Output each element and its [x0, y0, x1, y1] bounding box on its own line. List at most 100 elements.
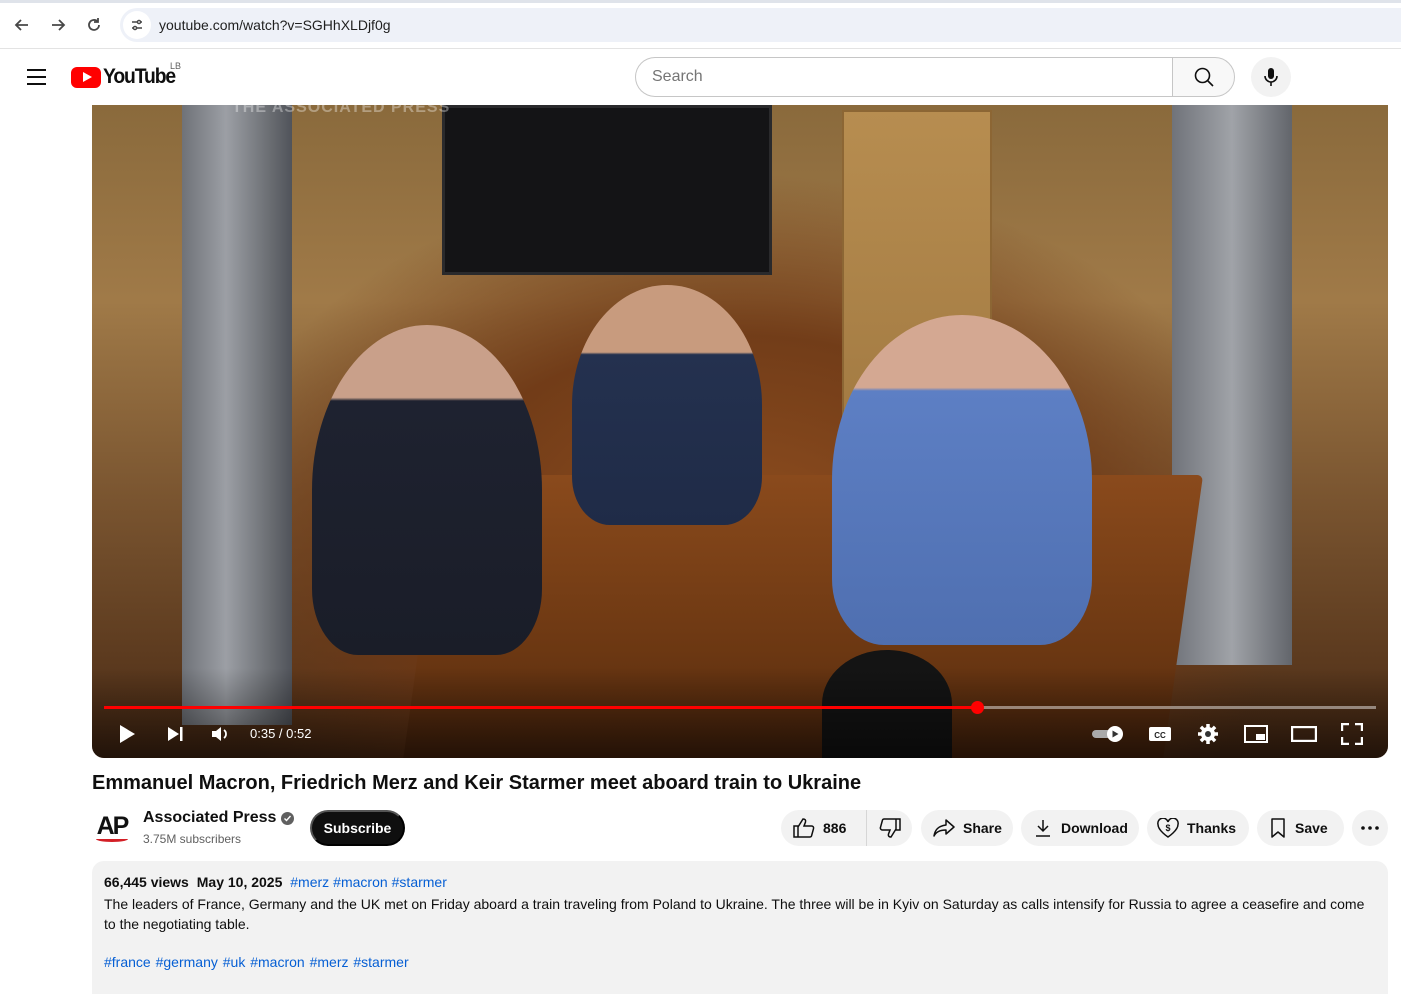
search-input[interactable] — [635, 57, 1172, 97]
autoplay-toggle-icon — [1092, 726, 1123, 742]
progress-played — [104, 706, 977, 709]
svg-text:CC: CC — [1154, 731, 1166, 740]
hashtag-link[interactable]: #merz — [290, 874, 329, 890]
like-button[interactable]: 886 — [781, 810, 867, 846]
download-icon — [1036, 820, 1050, 837]
autoplay-toggle[interactable] — [1090, 719, 1128, 749]
voice-search-button[interactable] — [1251, 57, 1291, 97]
forward-button[interactable] — [46, 13, 70, 37]
share-button[interactable]: Share — [921, 810, 1013, 846]
video-frame-person — [572, 285, 762, 525]
view-count: 66,445 views — [104, 874, 189, 890]
region-code: LB — [170, 61, 182, 71]
play-icon — [120, 725, 135, 743]
video-frame-curtain — [182, 105, 292, 725]
download-button[interactable]: Download — [1021, 810, 1139, 846]
dislike-button[interactable] — [867, 810, 912, 846]
site-info-icon[interactable] — [123, 11, 151, 39]
address-bar[interactable]: youtube.com/watch?v=SGHhXLDjf0g — [120, 8, 1401, 42]
back-button[interactable] — [10, 13, 34, 37]
video-watermark: THE ASSOCIATED PRESS — [232, 105, 451, 116]
volume-icon — [212, 727, 227, 741]
youtube-header: YouTube LB — [0, 49, 1401, 105]
subscriber-count: 3.75M subscribers — [143, 832, 242, 846]
mute-button[interactable] — [205, 719, 235, 749]
video-title: Emmanuel Macron, Friedrich Merz and Keir… — [92, 772, 862, 794]
search-icon — [1194, 67, 1214, 87]
theater-mode-button[interactable] — [1289, 719, 1319, 749]
browser-toolbar: youtube.com/watch?v=SGHhXLDjf0g — [0, 0, 1401, 49]
hashtag-link[interactable]: #france — [104, 954, 151, 970]
verified-check-icon — [281, 811, 295, 825]
video-frame-person — [312, 325, 542, 655]
hashtag-link[interactable]: #germany — [156, 954, 218, 970]
youtube-logo[interactable]: YouTube LB — [71, 61, 181, 89]
channel-name[interactable]: Associated Press — [143, 809, 276, 827]
video-frame-curtain — [1172, 105, 1292, 665]
miniplayer-icon — [1244, 725, 1268, 743]
time-display: 0:35 / 0:52 — [250, 726, 312, 741]
description-text: The leaders of France, Germany and the U… — [104, 896, 1365, 932]
youtube-play-logo-icon — [71, 66, 101, 88]
captions-button[interactable]: CC — [1145, 719, 1175, 749]
hashtag-link[interactable]: #merz — [310, 954, 349, 970]
hamburger-line — [26, 76, 46, 78]
hashtag-link[interactable]: #starmer — [392, 874, 447, 890]
logo-text: YouTube — [103, 65, 176, 88]
theater-mode-icon — [1291, 726, 1317, 742]
next-button[interactable] — [160, 719, 190, 749]
hamburger-icon — [26, 69, 46, 71]
tab-strip-edge — [0, 0, 1401, 3]
more-actions-button[interactable] — [1352, 810, 1388, 846]
thanks-label: Thanks — [1187, 820, 1237, 836]
like-count: 886 — [823, 820, 847, 836]
progress-scrubber[interactable] — [971, 701, 984, 714]
hashtag-link[interactable]: #macron — [333, 874, 387, 890]
save-button[interactable]: Save — [1257, 810, 1344, 846]
fullscreen-button[interactable] — [1337, 719, 1367, 749]
share-label: Share — [963, 820, 1002, 836]
video-player[interactable]: THE ASSOCIATED PRESS 0:35 / 0:52 CC — [92, 105, 1388, 758]
publish-date: May 10, 2025 — [196, 874, 283, 890]
reload-icon — [88, 18, 100, 31]
gear-icon — [1198, 724, 1218, 744]
hashtag-link[interactable]: #uk — [223, 954, 246, 970]
progress-bar[interactable] — [104, 701, 1376, 714]
video-frame-tv — [442, 105, 772, 275]
channel-name-row[interactable]: Associated Press — [143, 809, 295, 827]
search-button[interactable] — [1172, 57, 1235, 97]
thumbs-down-icon — [879, 818, 901, 838]
skip-next-icon — [168, 727, 183, 741]
hashtag-link[interactable]: #starmer — [353, 954, 408, 970]
hamburger-line — [26, 83, 46, 85]
heart-dollar-icon: $ — [1157, 818, 1179, 838]
like-dislike-group: 886 — [781, 810, 912, 846]
miniplayer-button[interactable] — [1241, 719, 1271, 749]
video-frame-person — [832, 315, 1092, 645]
download-label: Download — [1061, 820, 1128, 836]
closed-captions-icon: CC — [1149, 727, 1171, 741]
subscribe-button[interactable]: Subscribe — [310, 810, 405, 846]
settings-button[interactable] — [1193, 719, 1223, 749]
svg-text:$: $ — [1165, 823, 1170, 833]
more-horizontal-icon — [1361, 826, 1379, 830]
thanks-button[interactable]: $ Thanks — [1147, 810, 1249, 846]
share-arrow-icon — [933, 819, 955, 837]
bookmark-icon — [1271, 818, 1285, 838]
channel-avatar[interactable]: AP — [92, 808, 132, 848]
avatar-swoosh — [96, 836, 128, 842]
hashtag-link[interactable]: #macron — [250, 954, 304, 970]
avatar-logo-text: AP — [96, 812, 130, 840]
arrow-right-icon — [52, 19, 66, 31]
guide-menu-button[interactable] — [22, 63, 50, 91]
url-text[interactable]: youtube.com/watch?v=SGHhXLDjf0g — [159, 17, 391, 33]
fullscreen-icon — [1341, 723, 1363, 745]
thumbs-up-icon — [793, 818, 815, 838]
description-meta: 66,445 views May 10, 2025 #merz #macron #s… — [104, 874, 1376, 890]
description-hashtags: #france #germany #uk #macron #merz #star… — [104, 954, 1376, 970]
description-box[interactable]: 66,445 views May 10, 2025 #merz #macron #s… — [92, 861, 1388, 994]
play-button[interactable] — [112, 719, 142, 749]
arrow-left-icon — [14, 19, 28, 31]
search-box — [635, 57, 1235, 97]
reload-button[interactable] — [82, 13, 106, 37]
